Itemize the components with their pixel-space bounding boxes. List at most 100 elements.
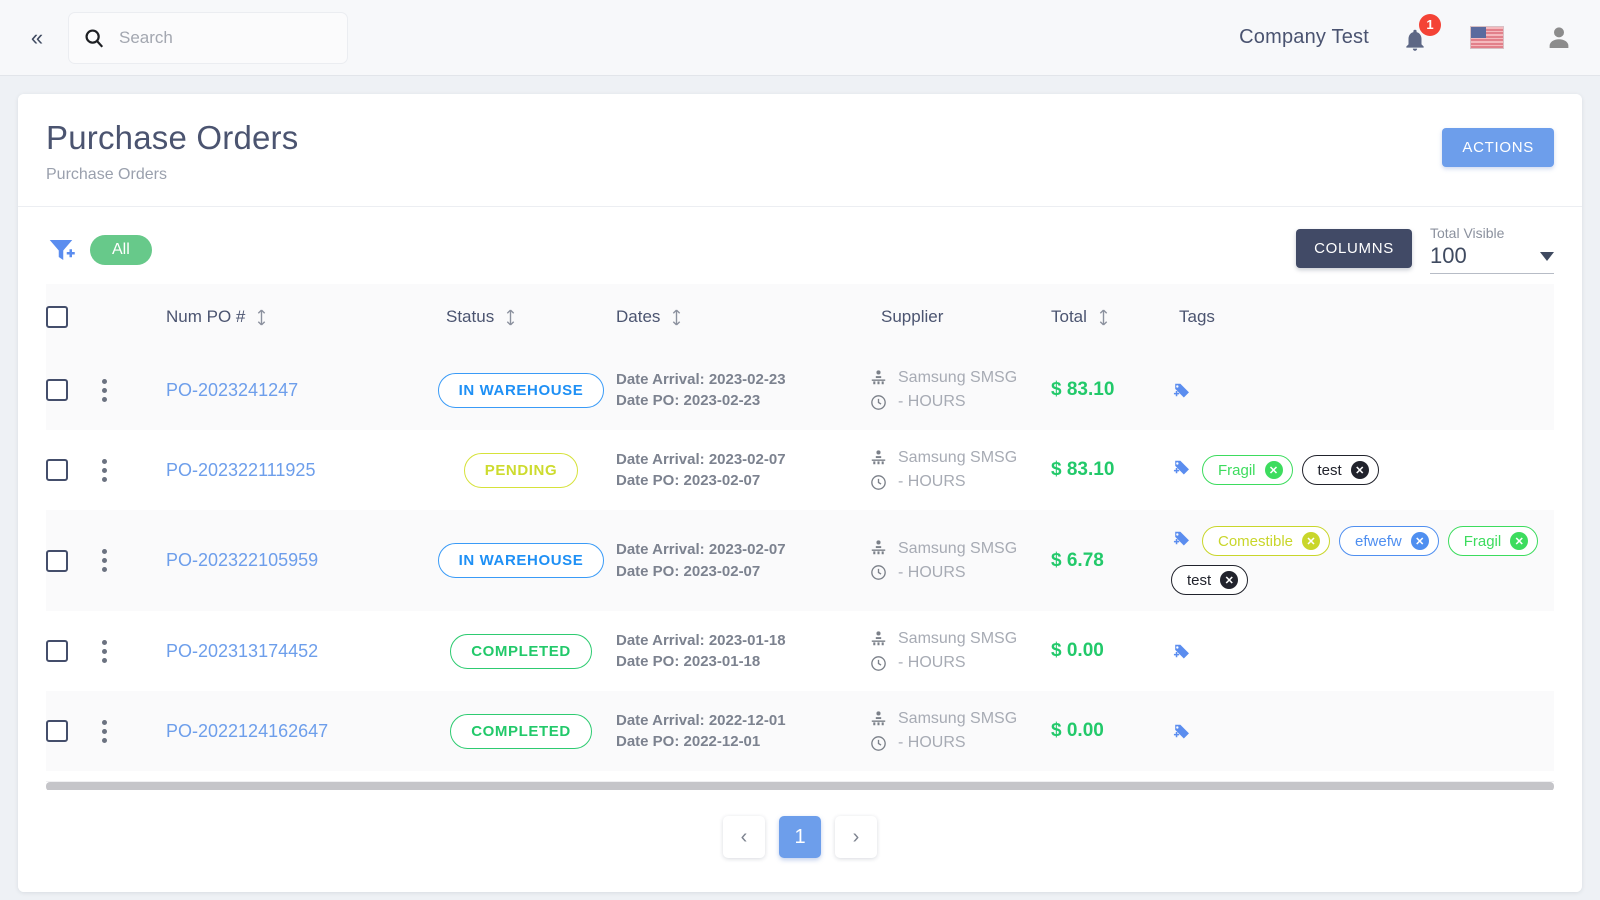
us-flag-icon[interactable] <box>1470 26 1504 49</box>
select-all-checkbox[interactable] <box>46 306 68 329</box>
status-badge[interactable]: PENDING <box>463 452 579 488</box>
row-checkbox[interactable] <box>46 549 68 572</box>
row-checkbox[interactable] <box>46 459 68 482</box>
row-menu-icon[interactable] <box>102 378 107 402</box>
tag-add-icon[interactable] <box>1171 642 1193 664</box>
user-avatar-icon[interactable] <box>1544 23 1574 53</box>
row-select-cell[interactable] <box>46 691 102 771</box>
supplier-hours: - HOURS <box>898 563 966 581</box>
tag-remove-icon[interactable]: ✕ <box>1264 461 1283 480</box>
filter-chip-all[interactable]: All <box>90 234 152 265</box>
row-menu-icon[interactable] <box>102 458 107 482</box>
tag-remove-icon[interactable]: ✕ <box>1302 532 1321 551</box>
row-checkbox[interactable] <box>46 640 68 663</box>
tag-remove-icon[interactable]: ✕ <box>1220 571 1239 590</box>
tag-add-icon[interactable] <box>1171 529 1193 551</box>
filter-add-icon[interactable] <box>46 235 76 265</box>
row-po-cell[interactable]: PO-202322111925 <box>166 430 416 510</box>
row-select-cell[interactable] <box>46 510 102 611</box>
clock-icon <box>871 474 886 490</box>
sidebar-collapse-icon[interactable]: « <box>20 21 54 55</box>
pagination-next-button[interactable]: › <box>835 816 877 859</box>
row-po-cell[interactable]: PO-2022124162647 <box>166 691 416 771</box>
po-number-link[interactable]: PO-202313174452 <box>166 641 318 661</box>
row-menu-cell[interactable] <box>102 430 166 510</box>
supplier-name: Samsung SMSG <box>898 630 1018 648</box>
row-total-cell: $ 83.10 <box>1051 430 1171 510</box>
tag-chip[interactable]: test ✕ <box>1301 455 1379 486</box>
search-icon <box>85 28 104 48</box>
header-num-po[interactable]: Num PO # <box>166 284 416 351</box>
date-arrival: Date Arrival: 2023-02-07 <box>616 450 786 468</box>
table-row[interactable]: PO-202322105959 IN WAREHOUSE Date Arriva… <box>46 510 1554 612</box>
status-badge[interactable]: IN WAREHOUSE <box>437 543 605 579</box>
status-badge[interactable]: COMPLETED <box>450 713 592 749</box>
tag-add-icon[interactable] <box>1171 458 1193 480</box>
row-menu-cell[interactable] <box>102 510 166 611</box>
row-checkbox[interactable] <box>46 379 68 402</box>
tag-chip[interactable]: efwefw ✕ <box>1339 526 1439 557</box>
tag-remove-icon[interactable]: ✕ <box>1510 532 1529 551</box>
table-header-row: Num PO # Status Dates Supplier Total Tag… <box>46 284 1554 351</box>
header-status[interactable]: Status <box>416 284 616 351</box>
row-checkbox[interactable] <box>46 720 68 743</box>
row-menu-icon[interactable] <box>102 639 107 663</box>
po-number-link[interactable]: PO-2022124162647 <box>166 721 328 741</box>
po-number-link[interactable]: PO-2023241247 <box>166 380 298 400</box>
row-supplier-cell: Samsung SMSG - HOURS <box>851 430 1051 510</box>
tag-remove-icon[interactable]: ✕ <box>1350 461 1369 480</box>
tag-add-icon[interactable] <box>1171 381 1193 403</box>
row-select-cell[interactable] <box>46 350 102 430</box>
sort-icon[interactable] <box>1097 309 1110 326</box>
header-select-all[interactable] <box>46 284 102 351</box>
search-box[interactable] <box>68 11 348 64</box>
tags-list <box>1171 719 1554 744</box>
header-total[interactable]: Total <box>1051 284 1171 351</box>
header-label-status: Status <box>446 307 495 327</box>
notifications-button[interactable]: 1 <box>1399 13 1441 55</box>
row-dates-cell: Date Arrival: 2023-02-07 Date PO: 2023-0… <box>616 510 851 611</box>
row-po-cell[interactable]: PO-202322105959 <box>166 510 416 611</box>
table-row[interactable]: PO-202313174452 COMPLETED Date Arrival: … <box>46 611 1554 692</box>
tag-chip[interactable]: Comestible ✕ <box>1202 526 1331 557</box>
row-menu-cell[interactable] <box>102 691 166 771</box>
total-visible-control[interactable]: 100 <box>1430 243 1554 275</box>
tag-add-icon[interactable] <box>1171 722 1193 744</box>
row-menu-cell[interactable] <box>102 611 166 691</box>
actions-button[interactable]: ACTIONS <box>1442 128 1554 167</box>
status-badge[interactable]: COMPLETED <box>450 633 592 669</box>
date-po: Date PO: 2023-02-07 <box>616 562 761 580</box>
po-number-link[interactable]: PO-202322111925 <box>166 460 315 480</box>
search-input[interactable] <box>117 26 333 49</box>
row-po-cell[interactable]: PO-202313174452 <box>166 611 416 691</box>
pagination-prev-button[interactable]: ‹ <box>723 816 765 859</box>
clock-icon <box>871 735 886 751</box>
supplier-name: Samsung SMSG <box>898 369 1018 387</box>
sort-icon[interactable] <box>670 309 683 326</box>
table-row[interactable]: PO-202322111925 PENDING Date Arrival: 20… <box>46 430 1554 511</box>
total-visible-select[interactable]: Total Visible 100 <box>1430 225 1554 275</box>
status-badge[interactable]: IN WAREHOUSE <box>437 372 605 408</box>
tag-chip[interactable]: Fragil ✕ <box>1202 455 1293 486</box>
header-dates[interactable]: Dates <box>616 284 851 351</box>
row-tags-cell: Fragil ✕ test ✕ <box>1171 430 1554 510</box>
header-label-total: Total <box>1051 307 1087 327</box>
tag-chip[interactable]: Fragil ✕ <box>1447 526 1539 557</box>
row-menu-icon[interactable] <box>102 549 107 573</box>
table-row[interactable]: PO-2022124162647 COMPLETED Date Arrival:… <box>46 691 1554 772</box>
tag-chip[interactable]: test ✕ <box>1171 565 1249 596</box>
columns-button[interactable]: COLUMNS <box>1296 229 1412 269</box>
clock-icon <box>871 394 886 410</box>
pagination-page-1[interactable]: 1 <box>779 816 821 859</box>
row-menu-cell[interactable] <box>102 350 166 430</box>
po-number-link[interactable]: PO-202322105959 <box>166 550 318 570</box>
sort-icon[interactable] <box>255 309 268 326</box>
tag-remove-icon[interactable]: ✕ <box>1410 532 1429 551</box>
horizontal-scrollbar[interactable] <box>46 781 1554 792</box>
row-select-cell[interactable] <box>46 430 102 510</box>
sort-icon[interactable] <box>504 309 517 326</box>
row-select-cell[interactable] <box>46 611 102 691</box>
row-po-cell[interactable]: PO-2023241247 <box>166 350 416 430</box>
table-row[interactable]: PO-2023241247 IN WAREHOUSE Date Arrival:… <box>46 350 1554 431</box>
row-menu-icon[interactable] <box>102 719 107 743</box>
